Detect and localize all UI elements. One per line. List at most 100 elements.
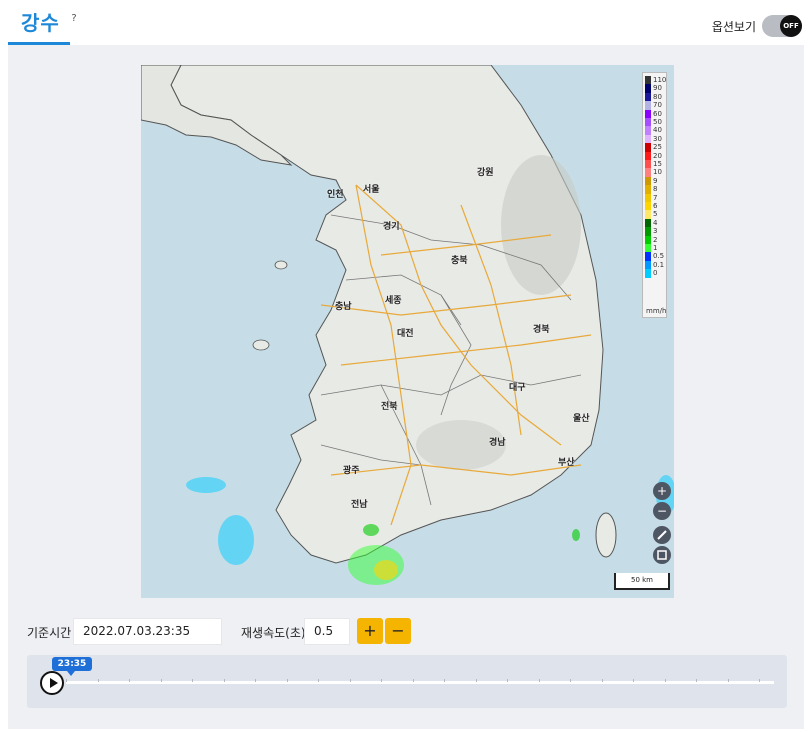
city-label: 서울 <box>363 185 380 195</box>
speed-label: 재생속도(초) <box>241 626 306 640</box>
options-control: 옵션보기 OFF <box>712 14 802 38</box>
legend-swatch <box>645 244 651 253</box>
legend-item: 30 <box>643 134 668 144</box>
base-time-label: 기준시간 <box>27 626 72 640</box>
legend-label: 15 <box>653 160 662 168</box>
legend-label: 0.5 <box>653 252 665 261</box>
options-label: 옵션보기 <box>711 19 756 34</box>
legend-label: 25 <box>653 143 662 152</box>
zoom-out-button[interactable]: − <box>653 502 671 520</box>
timeline-tick <box>633 679 634 682</box>
legend-item: 50 <box>643 118 668 127</box>
city-label: 인천 <box>327 190 344 200</box>
legend-item: 0.5 <box>643 252 668 261</box>
legend-swatch <box>645 126 651 135</box>
timeline-tick <box>349 679 351 682</box>
help-icon[interactable]: ? <box>68 13 80 25</box>
legend-label: 70 <box>653 101 662 110</box>
speed-field[interactable]: 0.5 <box>304 618 350 645</box>
timeline-tick <box>129 679 130 682</box>
timeline-tick <box>160 679 162 682</box>
current-time-badge: 23:35 <box>52 657 92 676</box>
timeline-slider[interactable] <box>66 679 774 684</box>
timeline-tick <box>475 679 477 682</box>
timeline-tick <box>223 679 225 682</box>
precipitation-legend: 110 90 80 70 60 50 40 30 25 20 15 10 9 8 7 6 5 4 3 2 1 0.5 0.1… <box>642 72 667 318</box>
legend-item: 110 <box>643 76 668 85</box>
legend-swatch <box>645 185 651 194</box>
timeline-tick <box>570 679 571 682</box>
timeline-tick <box>727 679 729 682</box>
legend-swatch <box>645 151 651 160</box>
timeline-tick <box>759 679 760 682</box>
precipitation-widget: 강수 ? 옵션보기 OFF 인천 서울 경기 강원 충북 충남 세종 대전 경북… <box>0 0 812 733</box>
timeline-tick <box>381 679 382 682</box>
legend-item: 7 <box>643 193 668 202</box>
legend-item: 90 <box>643 84 668 93</box>
timeline-tick <box>192 679 193 682</box>
legend-label: 4 <box>653 218 658 227</box>
tab-title: 강수 <box>21 11 60 35</box>
legend-swatch <box>645 84 651 93</box>
play-button[interactable] <box>40 671 64 695</box>
timeline-tick <box>412 679 414 682</box>
legend-item: 15 <box>643 160 668 169</box>
timeline-tick <box>318 679 319 682</box>
ruler-icon[interactable] <box>653 526 671 544</box>
city-label: 울산 <box>573 414 590 424</box>
legend-label: 3 <box>653 227 658 236</box>
legend-label: 0 <box>653 269 658 278</box>
city-label: 경남 <box>489 438 506 448</box>
legend-swatch <box>645 109 651 118</box>
legend-swatch <box>645 235 651 244</box>
island <box>252 339 270 351</box>
terrain-shade <box>501 155 581 295</box>
legend-item: 20 <box>643 151 668 160</box>
timeline-tick <box>601 679 603 682</box>
city-label: 전남 <box>351 500 368 510</box>
base-time-field[interactable]: 2022.07.03.23:35 <box>73 618 222 645</box>
legend-swatch <box>645 143 651 152</box>
legend-label: 6 <box>653 202 658 210</box>
scale-bar: 50 km <box>614 573 670 590</box>
timeline-tick <box>255 679 256 682</box>
legend-unit: mm/h <box>646 307 667 315</box>
legend-label: 10 <box>653 168 662 177</box>
legend-item: 3 <box>643 227 668 236</box>
legend-label: 0.1 <box>653 260 665 269</box>
city-label: 대전 <box>397 329 414 339</box>
timeline-tick <box>664 679 666 682</box>
legend-item: 0.1 <box>643 260 668 270</box>
speed-increase-button[interactable]: + <box>357 618 383 644</box>
legend-swatch <box>645 101 651 110</box>
legend-label: 8 <box>653 185 658 194</box>
legend-label: 9 <box>653 176 658 185</box>
legend-item: 8 <box>643 185 668 194</box>
zoom-in-button[interactable]: + <box>653 482 671 500</box>
legend-swatch <box>645 193 651 202</box>
legend-swatch <box>645 252 651 261</box>
legend-label: 90 <box>653 84 662 93</box>
legend-label: 80 <box>653 92 662 101</box>
header: 강수 ? 옵션보기 OFF <box>0 0 812 45</box>
city-label: 충북 <box>451 256 468 266</box>
legend-item: 80 <box>643 92 668 102</box>
options-toggle[interactable]: OFF <box>762 15 802 37</box>
timeline-tick <box>97 679 99 682</box>
tab-precipitation[interactable]: 강수 ? <box>8 0 77 45</box>
speed-decrease-button[interactable]: − <box>385 618 411 644</box>
map-layer-icon[interactable] <box>653 546 671 564</box>
legend-label: 50 <box>653 118 662 126</box>
legend-item: 25 <box>643 143 668 152</box>
radar-map[interactable]: 인천 서울 경기 강원 충북 충남 세종 대전 경북 대구 전북 울산 경남 광… <box>141 65 674 598</box>
legend-item: 2 <box>643 235 668 244</box>
legend-swatch <box>645 260 651 270</box>
city-label: 대구 <box>509 383 526 393</box>
legend-label: 60 <box>653 109 662 118</box>
legend-label: 5 <box>653 210 658 219</box>
legend-item: 4 <box>643 218 668 228</box>
city-label: 세종 <box>385 296 402 306</box>
legend-item: 9 <box>643 176 668 186</box>
legend-label: 110 <box>653 76 667 84</box>
timeline-tick <box>507 679 508 682</box>
